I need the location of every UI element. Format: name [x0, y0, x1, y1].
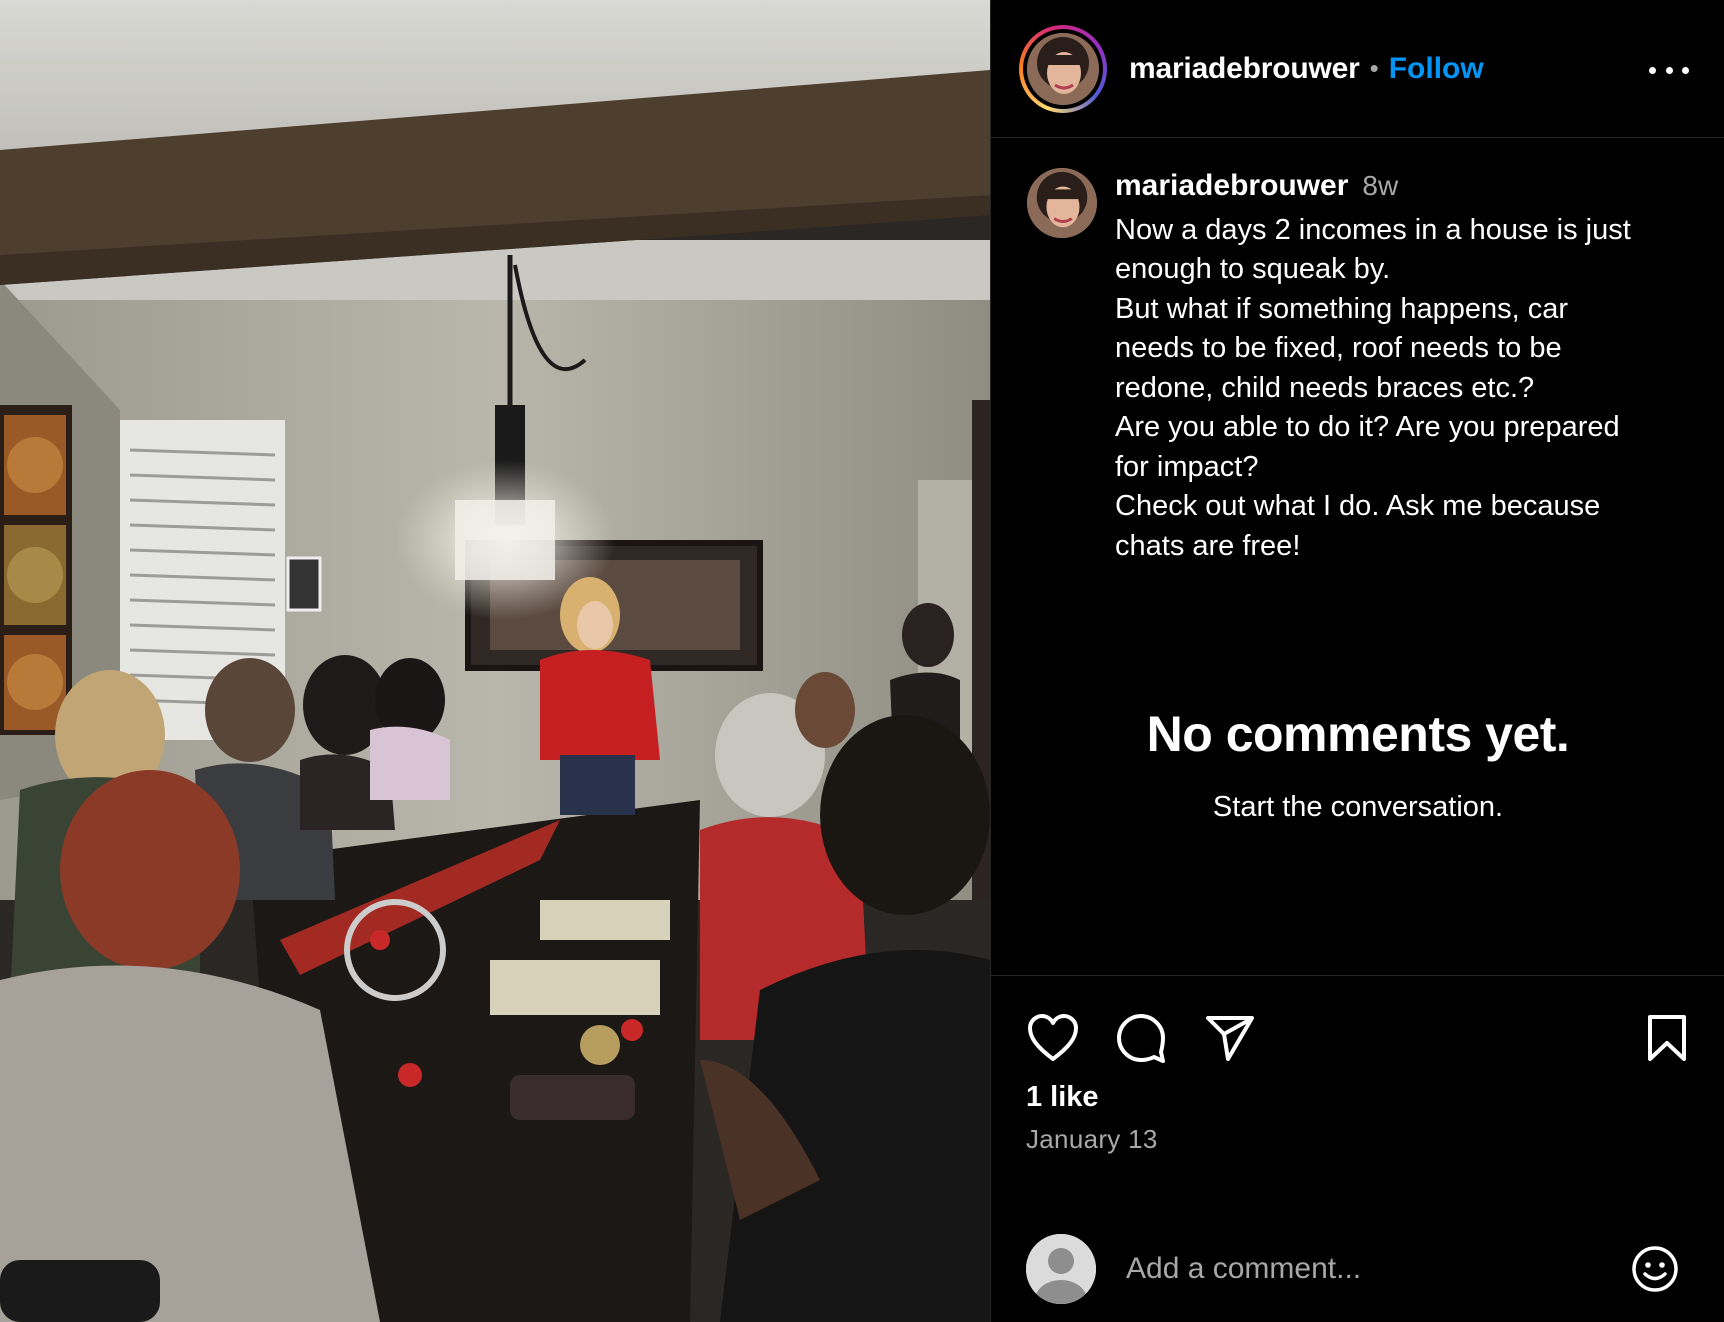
story-ring[interactable]: [1019, 24, 1107, 113]
empty-comments-title: No comments yet.: [1146, 706, 1570, 762]
heart-icon[interactable]: [1027, 1013, 1079, 1063]
author-avatar-image: [1027, 32, 1099, 105]
author-avatar[interactable]: [1027, 32, 1099, 105]
post-date[interactable]: January 13: [1026, 1124, 1158, 1155]
comment-bubble-icon[interactable]: [1115, 1012, 1167, 1064]
bookmark-icon[interactable]: [1645, 1013, 1689, 1063]
empty-comments-state: No comments yet. Start the conversation.: [991, 705, 1724, 824]
post-header: mariadebrouwer • Follow: [991, 0, 1724, 138]
caption-line: enough to squeak by.: [1115, 253, 1391, 285]
caption-line: for impact?: [1115, 450, 1259, 483]
caption-avatar-image: [1027, 168, 1097, 238]
caption-line: needs to be fixed, roof needs to be: [1115, 332, 1562, 364]
caption-line: Check out what I do. Ask me because: [1115, 490, 1601, 522]
dinner-party-photo: [0, 0, 990, 1322]
caption-line: chats are free!: [1115, 529, 1301, 562]
caption-line: Are you able to do it? Are you prepared: [1115, 411, 1620, 443]
caption-body: mariadebrouwer 8w Now a days 2 incomes in…: [1115, 166, 1685, 566]
caption-line: redone, child needs braces etc.?: [1115, 371, 1535, 404]
comment-input[interactable]: [1126, 1251, 1606, 1286]
post-caption: mariadebrouwer 8w Now a days 2 incomes in…: [991, 138, 1724, 566]
like-count[interactable]: 1 like: [1026, 1081, 1099, 1114]
follow-button[interactable]: Follow: [1389, 52, 1484, 86]
caption-timestamp[interactable]: 8w: [1362, 170, 1398, 201]
post-photo[interactable]: [0, 0, 990, 1322]
post-side-panel: mariadebrouwer • Follow mariadebrouwer 8w…: [990, 0, 1724, 1322]
default-user-icon: [1026, 1233, 1096, 1304]
separator-dot: •: [1369, 53, 1379, 83]
caption-line: Now a days 2 incomes in a house is just: [1115, 213, 1631, 246]
add-comment-bar: [991, 1215, 1724, 1322]
viewer-avatar: [1026, 1233, 1096, 1304]
empty-comments-subtitle: Start the conversation.: [1212, 791, 1504, 823]
caption-username-link[interactable]: mariadebrouwer: [1115, 169, 1348, 202]
paper-plane-icon[interactable]: [1204, 1013, 1256, 1063]
caption-line: But what if something happens, car: [1115, 292, 1568, 325]
caption-author-avatar[interactable]: [1027, 168, 1097, 238]
author-username-link[interactable]: mariadebrouwer: [1129, 52, 1360, 86]
more-options-icon[interactable]: [1649, 58, 1689, 82]
smiley-icon[interactable]: [1631, 1245, 1679, 1298]
